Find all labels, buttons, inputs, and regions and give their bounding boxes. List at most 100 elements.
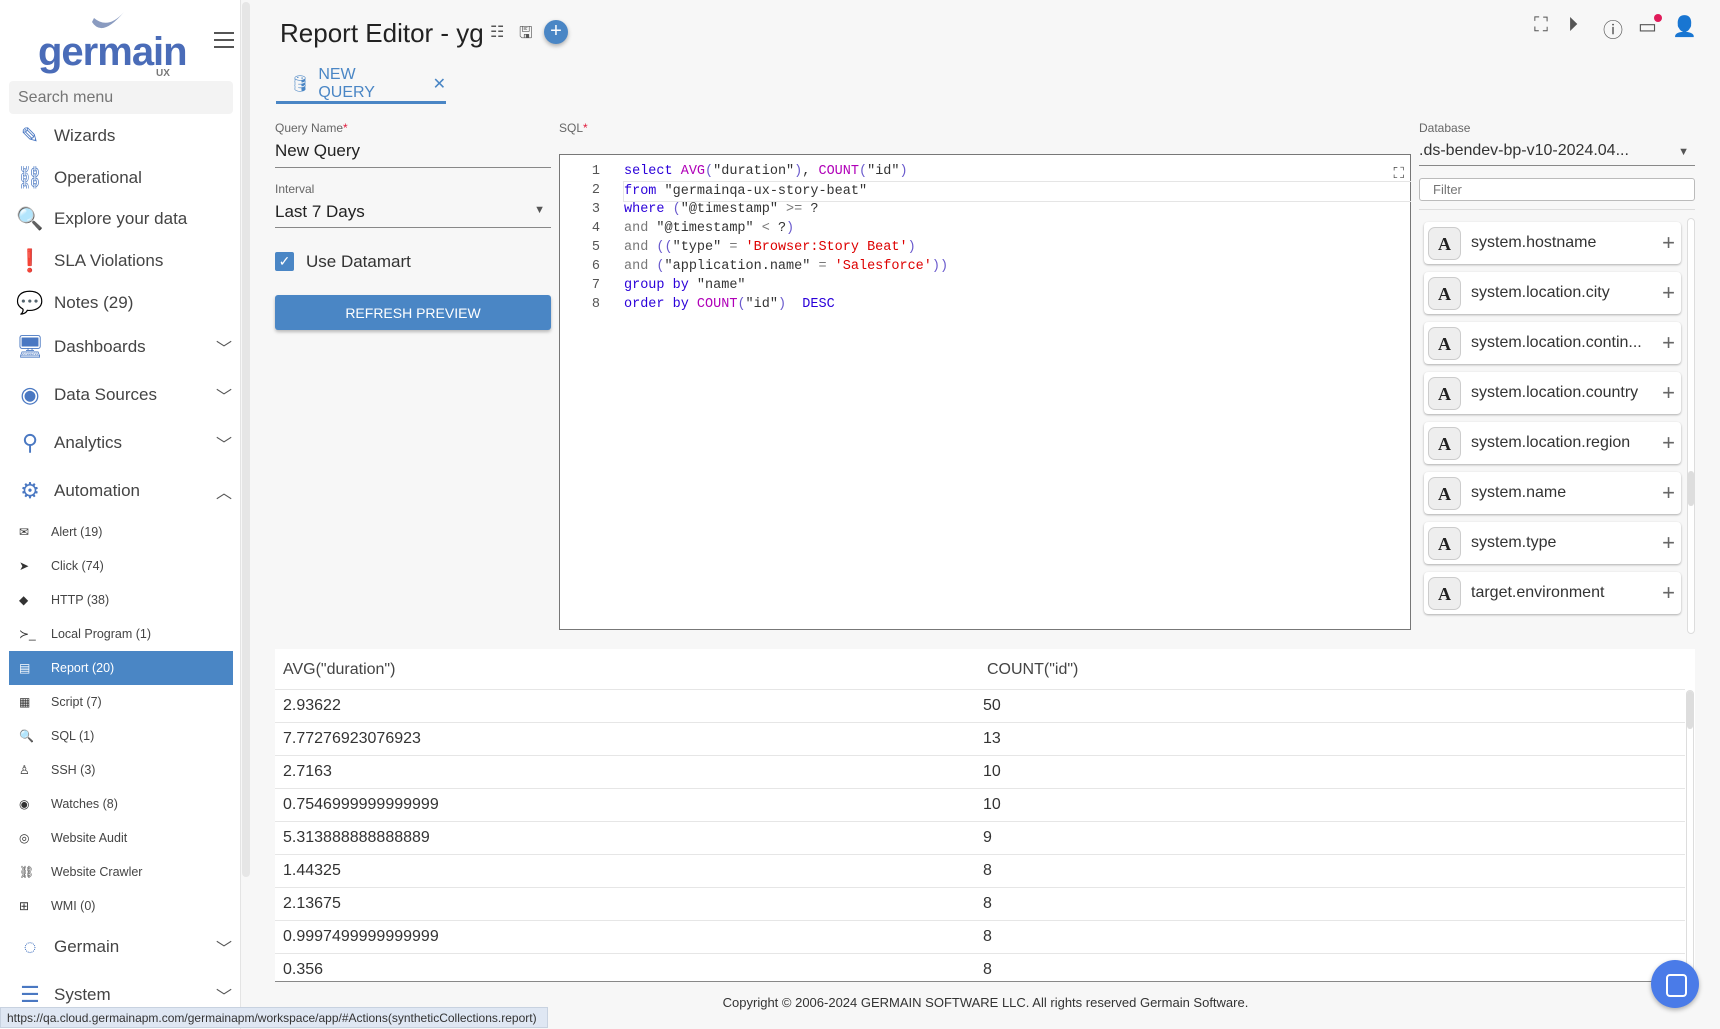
table-scrollbar[interactable] [1686,690,1694,980]
field-item[interactable]: Asystem.location.city + [1424,272,1681,314]
field-item[interactable]: Atarget.environment + [1424,572,1681,614]
field-item[interactable]: Asystem.location.country + [1424,372,1681,414]
sidebar-item-label: Wizards [54,126,116,145]
sidebar-item-dashboards[interactable]: 🖥 Dashboards ﹀ [16,329,236,365]
chevron-up-icon[interactable]: ︿ [216,479,232,503]
add-field-icon[interactable]: + [1662,230,1675,256]
table-row[interactable]: 2.93622 50 [275,689,1685,722]
database-icon: ◉ [20,382,40,407]
sidebar-item-label: Data Sources [54,385,157,404]
cell: 2.7163 [283,763,332,780]
sidebar-subitem[interactable]: ◎ Website Audit [9,821,233,855]
field-item[interactable]: Asystem.hostname + [1424,222,1681,264]
sidebar-subitem[interactable]: ⛓ Website Crawler [9,855,233,889]
query-name-input[interactable]: New Query [275,141,551,168]
use-datamart-checkbox[interactable]: ✓ [275,252,294,271]
search-menu-input[interactable] [9,81,233,114]
add-field-icon[interactable]: + [1662,280,1675,306]
table-row[interactable]: 0.9997499999999999 8 [275,920,1685,953]
sidebar-item-notes[interactable]: 💬 Notes (29) [16,285,236,321]
add-query-button[interactable]: + [544,20,568,44]
chevron-down-icon[interactable]: ﹀ [216,983,232,1007]
field-item[interactable]: Asystem.name + [1424,472,1681,514]
add-field-icon[interactable]: + [1662,380,1675,406]
code-line: 5 and (("type" = 'Browser:Story Beat') [560,238,1410,257]
sidebar-subitem[interactable]: 🔍 SQL (1) [9,719,233,753]
sidebar-item-label: Watches (8) [51,797,118,811]
query-name-label: Query Name* [275,121,348,135]
table-row[interactable]: 5.313888888888889 9 [275,821,1685,854]
add-field-icon[interactable]: + [1662,530,1675,556]
sidebar-subitem[interactable]: ◉ Watches (8) [9,787,233,821]
sidebar-subitem[interactable]: ✉ Alert (19) [9,515,233,549]
field-item[interactable]: Asystem.location.contin... + [1424,322,1681,364]
chevron-down-icon[interactable]: ﹀ [216,383,232,407]
field-name: system.location.contin... [1471,334,1642,351]
eye-icon: ◉ [19,797,30,811]
sidebar-item-label: WMI (0) [51,899,96,913]
add-field-icon[interactable]: + [1662,430,1675,456]
sidebar-subitem[interactable]: ♙ SSH (3) [9,753,233,787]
table-row[interactable]: 7.77276923076923 13 [275,722,1685,755]
table-row[interactable]: 0.7546999999999999 10 [275,788,1685,821]
field-item[interactable]: Asystem.location.region + [1424,422,1681,464]
sidebar-item-germain[interactable]: ◌ Germain ﹀ [16,929,236,965]
menu-toggle-icon[interactable] [214,32,234,48]
column-header[interactable]: AVG("duration") [283,661,395,679]
field-name: target.environment [1471,584,1605,601]
add-field-icon[interactable]: + [1662,480,1675,506]
chat-button[interactable] [1651,960,1699,1008]
germain-logo[interactable]: germain UX [38,8,188,79]
chevron-down-icon[interactable]: ﹀ [216,935,232,959]
close-tab-icon[interactable]: ✕ [433,74,446,94]
sidebar-item-label: SQL (1) [51,729,95,743]
sidebar-item-label: Alert (19) [51,525,103,539]
sitemap-icon: ⛓ [16,165,44,190]
sidebar-subitem[interactable]: ▤ Report (20) [9,651,233,685]
sidebar-item-wizards[interactable]: ✎ Wizards [16,118,236,154]
table-row[interactable]: 0.356 8 [275,953,1685,981]
sidebar-subitem[interactable]: ≻_ Local Program (1) [9,617,233,651]
sidebar-subitem[interactable]: ▦ Script (7) [9,685,233,719]
add-field-icon[interactable]: + [1662,330,1675,356]
sidebar-scrollbar[interactable] [242,2,250,877]
fields-scrollbar[interactable] [1687,218,1695,634]
table-row[interactable]: 1.44325 8 [275,854,1685,887]
sidebar-item-label: HTTP (38) [51,593,110,607]
line-number: 7 [591,278,600,293]
sidebar-subitem[interactable]: ➤ Click (74) [9,549,233,583]
database-select[interactable]: .ds-bendev-bp-v10-2024.04... ▼ [1419,142,1695,166]
sidebar-subitem[interactable]: ◆ HTTP (38) [9,583,233,617]
chevron-down-icon[interactable]: ﹀ [216,431,232,455]
refresh-preview-button[interactable]: REFRESH PREVIEW [275,295,551,330]
sidebar-subitem[interactable]: ⊞ WMI (0) [9,889,233,923]
dashboard-icon: 🖥 [16,334,44,359]
table-row[interactable]: 2.7163 10 [275,755,1685,788]
field-filter-input[interactable] [1419,178,1695,201]
list-icon[interactable]: ☷ [490,22,504,42]
play-icon[interactable]: ⏵ [1568,14,1578,37]
sidebar-item-label: Explore your data [54,209,188,228]
interval-select[interactable]: Last 7 Days ▼ [275,202,551,228]
tab-new-query[interactable]: 🛢 NEW QUERY ✕ [276,66,446,104]
sidebar-item-explore[interactable]: 🔍 Explore your data [16,201,236,237]
save-icon[interactable]: 🖫 [519,22,533,49]
field-item[interactable]: Asystem.type + [1424,522,1681,564]
sidebar-item-analytics[interactable]: ⚲ Analytics ﹀ [16,425,236,461]
user-icon[interactable]: 👤 [1672,14,1697,39]
info-icon[interactable]: ⓘ [1603,14,1623,43]
fullscreen-icon[interactable]: ⛶ [1534,14,1548,37]
chevron-down-icon[interactable]: ﹀ [216,335,232,359]
line-number: 1 [591,164,600,179]
sidebar-item-data[interactable]: ◉ Data Sources ﹀ [16,377,236,413]
sidebar-item-label: Click (74) [51,559,104,573]
sidebar-item-automation[interactable]: ⚙ Automation ︿ [16,473,236,509]
field-name: system.location.country [1471,384,1639,401]
column-header[interactable]: COUNT("id") [987,661,1078,679]
sidebar-item-sla[interactable]: ❗ SLA Violations [16,243,236,279]
sidebar-item-operational[interactable]: ⛓ Operational [16,160,236,196]
add-field-icon[interactable]: + [1662,580,1675,606]
table-row[interactable]: 2.13675 8 [275,887,1685,920]
tab-label: NEW QUERY [318,65,375,101]
sql-editor[interactable]: ⛶ 1 select AVG("duration"), COUNT("id") 2 f… [559,154,1411,630]
